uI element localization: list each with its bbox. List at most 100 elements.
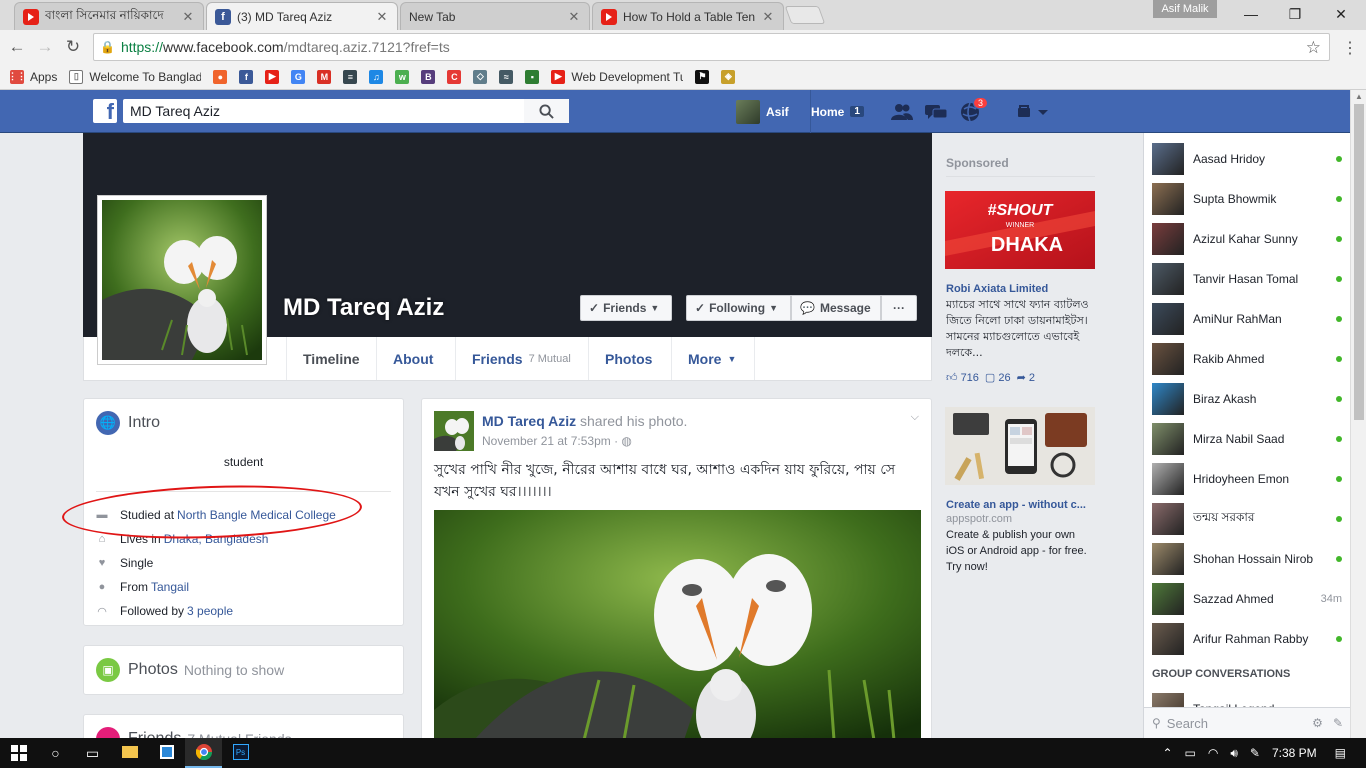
- chat-search-bar[interactable]: ⚲ Search ⚙ ✎: [1144, 707, 1350, 738]
- tab-friends[interactable]: Friends 7 Mutual: [456, 337, 589, 380]
- wifi-icon[interactable]: ◠: [1208, 746, 1218, 760]
- messages-icon[interactable]: [924, 101, 948, 123]
- chat-contact[interactable]: Hridoyheen Emon: [1152, 463, 1342, 495]
- close-tab-icon[interactable]: ✕: [375, 9, 389, 25]
- more-options-button[interactable]: ···: [881, 295, 917, 321]
- volume-icon[interactable]: 🔊︎: [1230, 746, 1238, 761]
- bookmark-item[interactable]: ◇: [473, 69, 488, 84]
- following-button[interactable]: ✓ Following ▼: [686, 295, 791, 321]
- bookmark-item[interactable]: ♫: [369, 69, 384, 84]
- pen-icon[interactable]: ✎: [1250, 746, 1260, 760]
- chevron-down-icon[interactable]: ⌵: [911, 411, 919, 424]
- browser-tab[interactable]: New Tab ✕: [400, 2, 590, 30]
- tab-photos[interactable]: Photos: [589, 337, 672, 380]
- bookmark-item[interactable]: ⚑: [695, 69, 710, 84]
- ad-image[interactable]: #SHOUT WINNER DHAKA: [945, 191, 1095, 269]
- post-timestamp[interactable]: November 21 at 7:53pm · ◍: [482, 434, 632, 448]
- friend-requests-icon[interactable]: [890, 101, 914, 123]
- chat-contact[interactable]: Sazzad Ahmed 34m: [1152, 583, 1342, 615]
- intro-row-link[interactable]: Tangail: [151, 580, 189, 594]
- bookmark-item[interactable]: B: [421, 69, 436, 84]
- post-photo[interactable]: [434, 510, 921, 740]
- bookmark-item[interactable]: ●: [213, 69, 228, 84]
- chat-contact[interactable]: Tanvir Hasan Tomal: [1152, 263, 1342, 295]
- windows-start-icon[interactable]: [0, 738, 37, 768]
- cortana-search-icon[interactable]: ○: [37, 738, 74, 768]
- scroll-up-icon[interactable]: ▲: [1355, 92, 1363, 101]
- bookmark-item[interactable]: ▶: [265, 69, 280, 84]
- task-view-icon[interactable]: ▭: [74, 738, 111, 768]
- scrollbar-thumb[interactable]: [1354, 104, 1364, 420]
- store-icon[interactable]: [148, 738, 185, 768]
- chat-contact[interactable]: AmiNur RahMan: [1152, 303, 1342, 335]
- chat-contact[interactable]: তন্ময় সরকার: [1152, 503, 1342, 535]
- ad-body-text[interactable]: Create & publish your own iOS or Android…: [946, 527, 1096, 575]
- back-arrow-icon[interactable]: ←: [6, 36, 28, 58]
- home-link[interactable]: Home 1: [810, 90, 864, 133]
- ad-advertiser-link[interactable]: Robi Axiata Limited: [946, 283, 1048, 295]
- tab-about[interactable]: About: [377, 337, 456, 380]
- tab-more[interactable]: More ▼: [672, 337, 755, 380]
- bookmark-item[interactable]: ⋮⋮ Apps: [8, 69, 57, 84]
- message-button[interactable]: 💬 Message: [791, 295, 881, 321]
- close-tab-icon[interactable]: ✕: [181, 9, 195, 25]
- bookmark-item[interactable]: ▶ Web Development Tu: [551, 69, 683, 84]
- post-author-link[interactable]: MD Tareq Aziz: [482, 413, 576, 429]
- new-tab-button[interactable]: [784, 6, 826, 24]
- bookmark-item[interactable]: M: [317, 69, 332, 84]
- close-window-icon[interactable]: ✕: [1318, 0, 1364, 28]
- browser-tab[interactable]: How To Hold a Table Ten ✕: [592, 2, 784, 30]
- chrome-taskbar-icon[interactable]: [185, 738, 222, 768]
- battery-icon[interactable]: ▭: [1185, 746, 1196, 760]
- page-scrollbar[interactable]: ▲: [1350, 90, 1366, 738]
- chevron-up-icon[interactable]: ⌃: [1162, 746, 1172, 760]
- ad-comments[interactable]: ▢ 26: [985, 371, 1011, 384]
- browser-profile-chip[interactable]: Asif Malik: [1153, 0, 1217, 18]
- bookmark-item[interactable]: w: [395, 69, 410, 84]
- chat-contact[interactable]: Aasad Hridoy: [1152, 143, 1342, 175]
- photos-card-title[interactable]: Photos: [128, 661, 178, 679]
- tab-timeline[interactable]: Timeline: [286, 337, 377, 380]
- close-tab-icon[interactable]: ✕: [567, 9, 581, 25]
- friends-button[interactable]: ✓ Friends ▼: [580, 295, 672, 321]
- maximize-icon[interactable]: ❐: [1272, 0, 1318, 28]
- profile-link[interactable]: Asif: [736, 90, 789, 133]
- ad-image[interactable]: [945, 407, 1095, 485]
- notifications-globe-icon[interactable]: 3: [958, 97, 988, 123]
- minimize-icon[interactable]: —: [1228, 0, 1274, 28]
- compose-icon[interactable]: ✎: [1333, 716, 1343, 730]
- search-icon[interactable]: [524, 99, 569, 123]
- bookmark-item[interactable]: ≡: [343, 69, 358, 84]
- avatar[interactable]: [434, 411, 474, 451]
- ad-shares[interactable]: ➦ 2: [1017, 371, 1035, 384]
- chat-contact[interactable]: Shohan Hossain Nirob: [1152, 543, 1342, 575]
- bookmark-item[interactable]: ▯ Welcome To Banglade: [69, 69, 201, 84]
- forward-arrow-icon[interactable]: →: [34, 36, 56, 58]
- bookmark-item[interactable]: ≈: [499, 69, 514, 84]
- ad-title-link[interactable]: Create an app - without c...: [946, 499, 1086, 511]
- photoshop-icon[interactable]: Ps: [222, 738, 259, 768]
- gear-icon[interactable]: ⚙: [1312, 716, 1323, 730]
- facebook-search-input[interactable]: MD Tareq Aziz: [123, 99, 569, 123]
- address-bar[interactable]: 🔒 https://www.facebook.com/mdtareq.aziz.…: [93, 33, 1330, 61]
- file-explorer-icon[interactable]: [111, 738, 148, 768]
- chat-contact[interactable]: Arifur Rahman Rabby: [1152, 623, 1342, 655]
- bookmark-item[interactable]: ▪: [525, 69, 540, 84]
- chat-contact[interactable]: Mirza Nabil Saad: [1152, 423, 1342, 455]
- bookmark-item[interactable]: ◈: [721, 69, 736, 84]
- bookmark-item[interactable]: C: [447, 69, 462, 84]
- chat-contact[interactable]: Rakib Ahmed: [1152, 343, 1342, 375]
- chat-contact[interactable]: Azizul Kahar Sunny: [1152, 223, 1342, 255]
- browser-tab[interactable]: বাংলা সিনেমার নায়িকাদে ✕: [14, 2, 204, 30]
- bookmark-star-icon[interactable]: ☆: [1306, 38, 1321, 58]
- close-tab-icon[interactable]: ✕: [761, 9, 775, 25]
- notifications-icon[interactable]: ▤: [1335, 746, 1346, 760]
- ad-body-text[interactable]: ম্যাচের সাথে সাথে ফ্যান ব্যাটলও জিতে নিল…: [946, 297, 1096, 361]
- account-settings-icon[interactable]: [1012, 101, 1054, 123]
- browser-tab-active[interactable]: f (3) MD Tareq Aziz ✕: [206, 2, 398, 30]
- chat-contact[interactable]: Supta Bhowmik: [1152, 183, 1342, 215]
- chat-contact[interactable]: Biraz Akash: [1152, 383, 1342, 415]
- clock-time[interactable]: 7:38 PM: [1272, 746, 1317, 760]
- chrome-menu-icon[interactable]: ⋮: [1342, 38, 1358, 58]
- ad-likes[interactable]: 👍︎ 716: [946, 371, 979, 384]
